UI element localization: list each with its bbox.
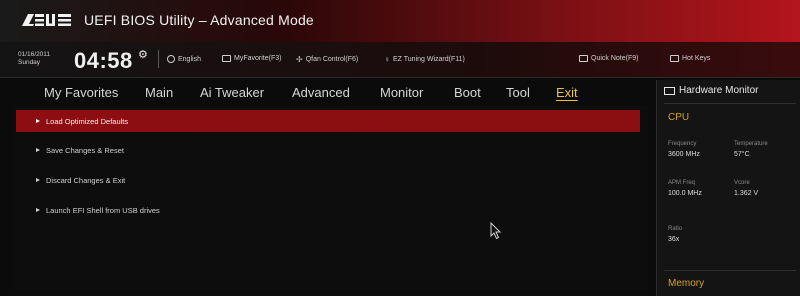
- cpu-frequency-value: 3600 MHz: [668, 151, 700, 158]
- cpu-frequency-label: Frequency: [668, 141, 697, 147]
- note-icon: [579, 55, 588, 62]
- apm-freq-value: 100.0 MHz: [668, 190, 702, 197]
- cpu-temperature-value: 57°C: [734, 151, 750, 158]
- language-label: English: [178, 55, 201, 63]
- divider: [158, 50, 159, 68]
- arrow-right-icon: [36, 148, 40, 152]
- arrow-right-icon: [36, 119, 40, 123]
- tab-monitor[interactable]: Monitor: [380, 85, 423, 100]
- day-text: Sunday: [18, 59, 41, 66]
- language-button[interactable]: English: [167, 55, 201, 63]
- tab-tool[interactable]: Tool: [506, 85, 530, 100]
- menu-item-label: Discard Changes & Exit: [46, 175, 126, 185]
- tab-boot[interactable]: Boot: [454, 85, 481, 100]
- qfan-label: Qfan Control(F6): [305, 56, 359, 63]
- vcore-value: 1.362 V: [734, 190, 759, 197]
- arrow-right-icon: [36, 208, 40, 212]
- vcore-label: Vcore: [734, 180, 750, 186]
- main-panel: [12, 106, 648, 290]
- hardware-monitor-label: Hardware Monitor: [679, 85, 759, 96]
- ez-tuning-wizard-button[interactable]: ♀ EZ Tuning Wizard(F11): [384, 55, 465, 64]
- mouse-cursor-icon: [490, 222, 502, 240]
- tab-main[interactable]: Main: [145, 85, 173, 100]
- clock-time: 04:58: [74, 48, 133, 73]
- date-display: 01/16/2011 Sunday: [18, 51, 50, 67]
- menu-item-launch-efi-shell[interactable]: Launch EFI Shell from USB drives: [16, 199, 640, 221]
- cpu-temperature-label: Temperature: [734, 141, 768, 147]
- menu-item-label: Save Changes & Reset: [46, 145, 124, 155]
- menu-item-save-changes-reset[interactable]: Save Changes & Reset: [16, 139, 640, 161]
- window-title: UEFI BIOS Utility – Advanced Mode: [84, 12, 314, 28]
- fan-icon: ✢: [296, 55, 303, 64]
- gear-icon[interactable]: ⚙: [138, 50, 149, 61]
- tab-advanced[interactable]: Advanced: [292, 85, 350, 100]
- memory-section-title: Memory: [668, 278, 705, 289]
- monitor-icon: [664, 86, 675, 95]
- quick-note-label: Quick Note(F9): [591, 55, 639, 62]
- quick-note-button[interactable]: Quick Note(F9): [579, 55, 638, 62]
- menu-item-discard-changes-exit[interactable]: Discard Changes & Exit: [16, 169, 640, 191]
- divider: [664, 270, 796, 271]
- globe-icon: [167, 55, 175, 63]
- tab-exit[interactable]: Exit: [556, 85, 578, 100]
- tab-my-favorites[interactable]: My Favorites: [44, 85, 118, 100]
- cpu-section-title: CPU: [668, 112, 690, 123]
- hot-keys-button[interactable]: Hot Keys: [670, 55, 710, 62]
- hardware-monitor-title: Hardware Monitor: [664, 85, 758, 96]
- hot-keys-label: Hot Keys: [682, 55, 711, 62]
- menu-item-label: Launch EFI Shell from USB drives: [46, 205, 160, 215]
- divider: [664, 103, 796, 104]
- keyboard-icon: [670, 55, 679, 62]
- date-text: 01/16/2011: [18, 51, 51, 58]
- arrow-right-icon: [36, 178, 40, 182]
- favorites-icon: [222, 55, 231, 62]
- ratio-label: Ratio: [668, 226, 683, 232]
- menu-item-load-optimized-defaults[interactable]: Load Optimized Defaults: [16, 110, 640, 132]
- qfan-control-button[interactable]: ✢ Qfan Control(F6): [296, 55, 358, 64]
- bulb-icon: ♀: [384, 55, 390, 64]
- ez-tuning-label: EZ Tuning Wizard(F11): [393, 56, 465, 63]
- ratio-value: 36x: [668, 236, 680, 243]
- asus-logo: [22, 14, 71, 26]
- myfavorite-label: MyFavorite(F3): [234, 55, 282, 62]
- menu-item-label: Load Optimized Defaults: [46, 116, 129, 126]
- apm-freq-label: APM Freq: [668, 180, 696, 186]
- tab-ai-tweaker[interactable]: Ai Tweaker: [200, 85, 264, 100]
- myfavorite-button[interactable]: MyFavorite(F3): [222, 55, 281, 62]
